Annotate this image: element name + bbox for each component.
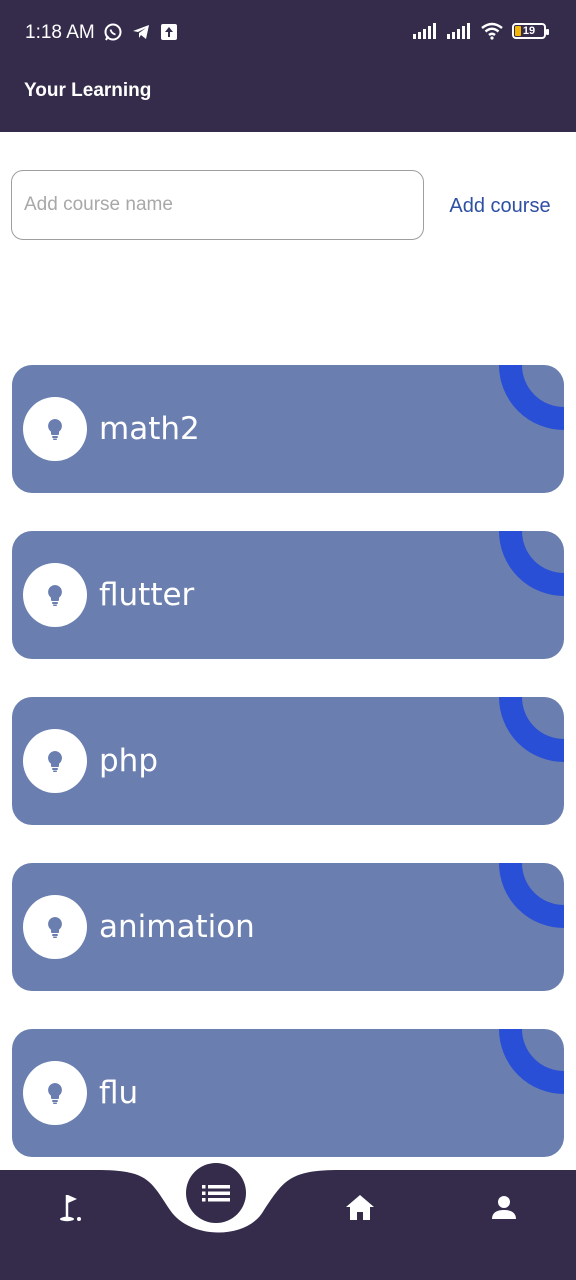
lightbulb-icon xyxy=(48,585,62,606)
battery-level: 19 xyxy=(522,25,536,37)
upload-icon xyxy=(161,24,177,40)
wifi-icon xyxy=(481,22,503,40)
whatsapp-icon xyxy=(104,23,122,41)
person-icon xyxy=(492,1196,516,1219)
lightbulb-icon xyxy=(48,419,62,440)
course-card[interactable]: flu xyxy=(12,1029,564,1157)
course-icon-badge xyxy=(23,563,87,627)
golf-flag-icon xyxy=(60,1195,81,1222)
nav-profile[interactable] xyxy=(476,1180,532,1236)
course-card[interactable]: php xyxy=(12,697,564,825)
status-time: 1:18 AM xyxy=(25,22,95,43)
nav-courses[interactable] xyxy=(186,1163,246,1223)
course-name-input[interactable] xyxy=(11,170,424,240)
card-decoration xyxy=(499,1029,564,1094)
signal-icon xyxy=(413,23,436,39)
nav-home[interactable] xyxy=(332,1180,388,1236)
course-name: animation xyxy=(99,909,255,945)
add-course-button[interactable]: Add course xyxy=(438,190,562,222)
lightbulb-icon xyxy=(48,1083,62,1104)
list-icon xyxy=(202,1185,230,1202)
course-list: math2 flutter php animation flu xyxy=(12,365,564,1195)
course-name: php xyxy=(99,743,159,779)
course-card[interactable]: animation xyxy=(12,863,564,991)
lightbulb-icon xyxy=(48,917,62,938)
course-name: math2 xyxy=(99,411,200,447)
card-decoration xyxy=(499,531,564,596)
course-name: flu xyxy=(99,1075,139,1111)
course-icon-badge xyxy=(23,729,87,793)
course-icon-badge xyxy=(23,1061,87,1125)
bottom-nav xyxy=(0,1168,576,1280)
notification-icons xyxy=(103,22,179,42)
nav-goals[interactable] xyxy=(44,1180,100,1236)
course-card[interactable]: flutter xyxy=(12,531,564,659)
home-icon xyxy=(346,1195,374,1220)
card-decoration xyxy=(499,863,564,928)
course-card[interactable]: math2 xyxy=(12,365,564,493)
telegram-icon xyxy=(133,25,149,39)
course-icon-badge xyxy=(23,895,87,959)
course-icon-badge xyxy=(23,397,87,461)
page-title: Your Learning xyxy=(24,80,152,101)
signal-icon xyxy=(447,23,470,39)
status-bar: 1:18 AM 19 xyxy=(0,0,576,50)
system-icons: 19 xyxy=(412,22,549,40)
card-decoration xyxy=(499,365,564,430)
lightbulb-icon xyxy=(48,751,62,772)
card-decoration xyxy=(499,697,564,762)
course-name: flutter xyxy=(99,577,195,613)
app-bar: Your Learning xyxy=(0,50,576,132)
battery-icon: 19 xyxy=(512,23,549,39)
